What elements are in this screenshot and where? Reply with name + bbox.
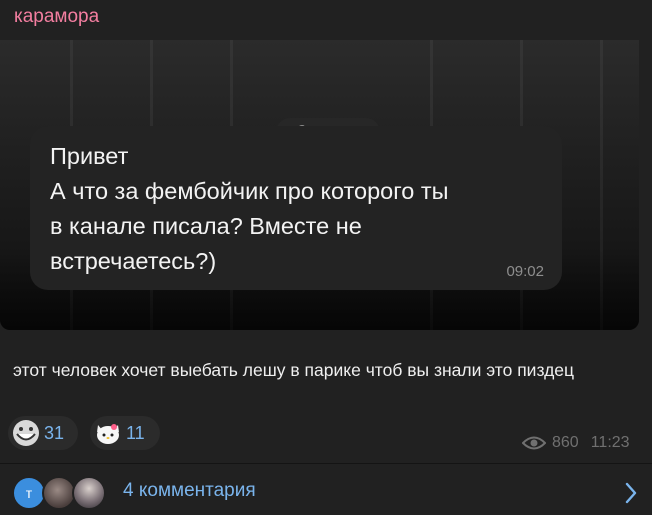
avatar: т [12,476,46,510]
message-line: А что за фембойчик про которого ты [50,178,449,204]
post-time: 11:23 [590,434,630,451]
post-author[interactable]: карамора [14,6,99,28]
message-line: встречаетесь?) [50,248,217,274]
message-bubble: Привет А что за фембойчик про которого т… [30,126,562,290]
post-screenshot-image[interactable]: Сегодня Привет А что за фембойчик про ко… [0,40,639,330]
post-caption: этот человек хочет выебать лешу в парике… [13,360,575,380]
post-meta: 860 11:23 [522,434,630,452]
reaction-count: 11 [126,422,145,443]
troll-face-emoji-icon [13,420,39,446]
avatar [72,476,106,510]
reaction-count: 31 [44,422,65,443]
message-time: 09:02 [506,263,544,280]
message-line: в канале писала? Вместе не [50,213,362,239]
comments-label: 4 комментария [123,480,256,501]
message-text: Привет А что за фембойчик про которого т… [50,139,550,279]
eye-icon [522,436,546,450]
avatar-initial: т [25,485,33,501]
views-count: 860 [552,434,579,451]
reaction-hello-kitty[interactable]: 11 [90,416,160,450]
reaction-troll[interactable]: 31 [8,416,78,450]
comments-bar[interactable]: т 4 комментария [0,464,652,515]
channel-post: карамора Сегодня Привет А что за фембойч… [0,0,652,515]
hello-kitty-emoji-icon [97,424,119,444]
chevron-right-icon [625,482,637,504]
avatar [42,476,76,510]
message-line: Привет [50,143,129,169]
